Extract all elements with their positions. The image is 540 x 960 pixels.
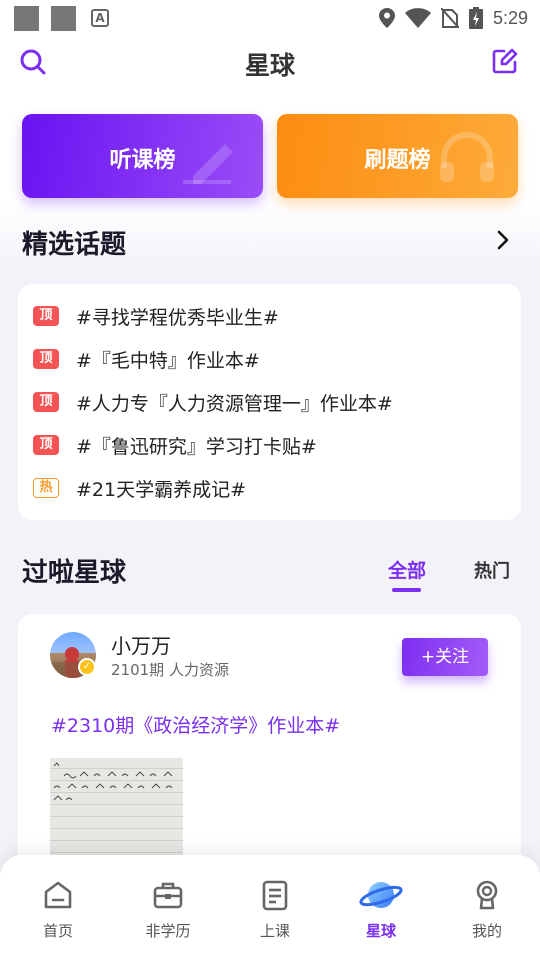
topic-text: #21天学霸养成记#	[76, 478, 247, 501]
topic-item[interactable]: 热 #21天学霸养成记#	[33, 473, 246, 503]
handwriting-scribble	[53, 762, 173, 801]
notification-icon	[14, 6, 39, 31]
chevron-right-icon[interactable]	[496, 230, 510, 250]
topic-item[interactable]: 顶 #寻找学程优秀毕业生#	[33, 301, 279, 331]
hot-tag: 热	[33, 478, 59, 498]
no-sim-icon	[440, 8, 459, 28]
notification-icon	[51, 6, 76, 31]
nav-label: 星球	[365, 922, 396, 940]
nav-label: 上课	[259, 922, 290, 940]
featured-topics-title: 精选话题	[22, 230, 127, 260]
tab-hot[interactable]: 热门	[474, 557, 510, 583]
planet-icon	[359, 882, 403, 908]
topic-text: #『毛中特』作业本#	[76, 349, 260, 372]
briefcase-icon	[153, 882, 183, 909]
nav-non-degree[interactable]: 非学历	[114, 855, 222, 960]
post-image[interactable]	[50, 758, 183, 868]
post-topic-link[interactable]: #2310期《政治经济学》作业本#	[51, 711, 340, 738]
nav-label: 首页	[42, 922, 73, 940]
topic-text: #人力专『人力资源管理一』作业本#	[76, 392, 393, 415]
top-tag: 顶	[33, 306, 59, 326]
tab-all[interactable]: 全部	[388, 556, 426, 583]
location-icon	[378, 8, 395, 28]
bottom-navigation: 首页 非学历 上课 星球 我的	[0, 855, 540, 960]
practice-ranking-label: 刷题榜	[364, 148, 431, 173]
listen-ranking-banner[interactable]: 听课榜	[22, 114, 263, 198]
edit-icon[interactable]	[492, 48, 518, 74]
battery-icon	[468, 7, 483, 29]
top-tag: 顶	[33, 349, 59, 369]
wifi-icon	[404, 8, 431, 28]
listen-ranking-label: 听课榜	[109, 148, 176, 173]
notification-a-icon: A	[91, 9, 109, 27]
app-header: 星球	[0, 36, 540, 92]
nav-label: 我的	[471, 922, 502, 940]
user-meta: 2101期 人力资源	[111, 661, 229, 679]
follow-button[interactable]: +关注	[402, 638, 488, 676]
profile-icon	[476, 880, 498, 910]
feed-title: 过啦星球	[22, 558, 127, 588]
page-title: 星球	[244, 51, 295, 80]
user-name[interactable]: 小万万	[111, 630, 171, 659]
top-tag: 顶	[33, 435, 59, 455]
status-bar: A 5:29	[0, 0, 540, 36]
document-icon	[262, 880, 288, 911]
topic-text: #『鲁迅研究』学习打卡贴#	[76, 435, 317, 458]
topic-item[interactable]: 顶 #人力专『人力资源管理一』作业本#	[33, 387, 393, 417]
active-tab-indicator	[392, 588, 421, 592]
featured-topics-card: 顶 #寻找学程优秀毕业生# 顶 #『毛中特』作业本# 顶 #人力专『人力资源管理…	[18, 284, 521, 520]
verified-icon: ✓	[78, 658, 96, 676]
topic-item[interactable]: 顶 #『鲁迅研究』学习打卡贴#	[33, 430, 317, 460]
nav-classes[interactable]: 上课	[221, 855, 329, 960]
nav-planet[interactable]: 星球	[327, 855, 435, 960]
topic-text: #寻找学程优秀毕业生#	[76, 306, 279, 329]
home-icon	[44, 881, 72, 909]
practice-ranking-banner[interactable]: 刷题榜	[277, 114, 518, 198]
status-time: 5:29	[492, 7, 528, 28]
nav-profile[interactable]: 我的	[433, 855, 540, 960]
top-tag: 顶	[33, 392, 59, 412]
nav-label: 非学历	[145, 922, 191, 940]
topic-item[interactable]: 顶 #『毛中特』作业本#	[33, 344, 260, 374]
nav-home[interactable]: 首页	[4, 855, 112, 960]
